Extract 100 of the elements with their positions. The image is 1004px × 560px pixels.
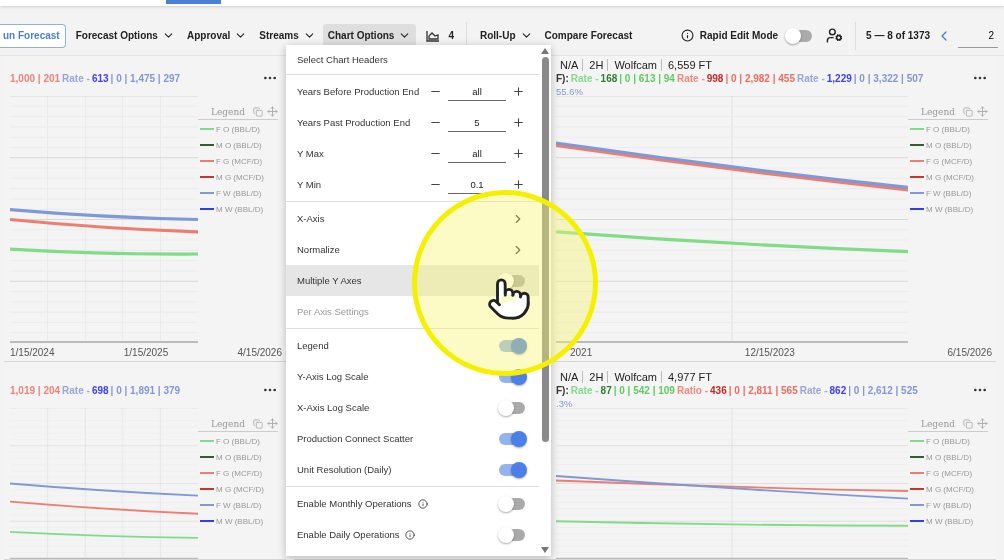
stat-value: 998 <box>706 73 724 84</box>
toggle-switch[interactable] <box>786 29 813 42</box>
stat-value: Rate - <box>62 384 90 396</box>
legend-label: M G (MCF/D) <box>216 172 264 182</box>
stat-value: 436 <box>710 385 727 396</box>
stat-value: | 0 | 3,322 | 507 <box>853 73 924 84</box>
user-settings-icon[interactable] <box>826 27 844 44</box>
move-icon[interactable] <box>977 418 988 429</box>
toggle-switch[interactable] <box>499 401 525 414</box>
setting-label: Legend <box>297 340 329 351</box>
increase-button[interactable] <box>512 116 525 129</box>
submenu-item[interactable]: Normalize <box>286 234 539 265</box>
legend-label: M W (BBL/D) <box>926 204 974 214</box>
setting-label: Years Before Production End <box>297 86 421 97</box>
stat-value: 1,019 | 204 <box>10 384 61 396</box>
legend-label: M G (MCF/D) <box>926 484 974 494</box>
legend-label: F G (MCF/D) <box>216 156 263 166</box>
stat-value: Rate - <box>570 385 599 396</box>
well-field: N/A <box>556 371 584 383</box>
stat-value: 87 <box>600 385 612 396</box>
toggle-switch[interactable] <box>499 497 525 510</box>
stat-value: 862 <box>829 385 847 396</box>
setting-value-field[interactable]: all <box>448 144 506 163</box>
stat-value: Ratio - <box>676 385 709 396</box>
menu-tab[interactable]: Forecast Options <box>70 23 180 48</box>
well-field: 6,559 FT <box>664 59 717 71</box>
toggle-switch[interactable] <box>499 463 525 476</box>
well-field: 4,977 FT <box>664 371 717 383</box>
legend-label: F G (MCF/D) <box>216 468 263 478</box>
legend-label: F W (BBL/D) <box>926 500 972 510</box>
select-chart-headers-item[interactable]: Select Chart Headers <box>286 45 539 75</box>
stat-value: 1,000 | 201 <box>10 72 61 84</box>
legend-label: F W (BBL/D) <box>216 188 262 198</box>
toggle-switch[interactable] <box>499 528 525 541</box>
submenu-item[interactable]: X-Axis <box>286 203 539 234</box>
stat-value: Rate - <box>796 73 825 84</box>
setting-label: Production Connect Scatter <box>297 433 414 444</box>
menu-tab[interactable]: Chart Options <box>322 23 417 48</box>
setting-label: Y-Axis Log Scale <box>297 371 369 382</box>
legend-title: Legend <box>921 418 955 429</box>
section-subheader: Per Axis Settings <box>297 306 370 317</box>
toggle-row[interactable]: X-Axis Log Scale <box>286 392 539 423</box>
active-tab-indicator <box>166 0 221 4</box>
stat-value: 1,229 <box>826 73 852 84</box>
area-chart-icon <box>426 29 441 42</box>
stat-value: 613 <box>91 72 109 84</box>
page-range: 5 — 8 of 1373 <box>866 30 930 41</box>
stats-prefix: F): <box>556 385 569 396</box>
increase-button[interactable] <box>512 178 525 191</box>
setting-value-field[interactable]: 5 <box>448 113 506 132</box>
scroll-down-icon[interactable] <box>540 546 550 554</box>
toggle-row[interactable]: Production Connect Scatter <box>286 423 539 454</box>
well-field: 2H <box>585 371 609 383</box>
percentage-note: .3% <box>556 398 573 409</box>
info-icon[interactable] <box>680 29 694 42</box>
axis-date-label: 1/15/2025 <box>123 346 169 358</box>
axis-date-label: 2021 <box>570 346 593 358</box>
legend-label: M W (BBL/D) <box>216 204 264 214</box>
menu-tab[interactable]: Streams <box>254 23 321 48</box>
menu-tab[interactable]: Approval <box>181 23 253 48</box>
toggle-switch[interactable] <box>499 370 525 383</box>
run-forecast-button[interactable]: un Forecast <box>0 23 66 48</box>
legend-label: F G (MCF/D) <box>926 156 973 166</box>
move-icon[interactable] <box>267 106 278 117</box>
plus-icon <box>512 147 525 160</box>
increase-button[interactable] <box>512 85 525 98</box>
stat-value: | 0 | 2,982 | 455 <box>725 73 795 84</box>
compare-forecast-button[interactable]: Compare Forecast <box>539 23 638 48</box>
setting-label: Multiple Y Axes <box>297 275 362 286</box>
toggle-switch[interactable] <box>499 339 525 352</box>
stat-value: | 0 | 2,612 | 525 <box>848 385 918 396</box>
setting-label: Y Max <box>297 148 325 159</box>
legend-label: M O (BBL/D) <box>926 452 972 462</box>
toggle-row[interactable]: Enable Daily Operations <box>286 519 539 550</box>
setting-label: Enable Monthly Operations <box>297 498 412 509</box>
page-input-field[interactable]: 2 <box>958 23 998 48</box>
stat-value: | 0 | 542 | 109 <box>613 385 675 396</box>
toggle-row[interactable]: Unit Resolution (Daily) <box>286 454 539 485</box>
chart-count-button[interactable]: 4 <box>418 23 462 48</box>
move-icon[interactable] <box>977 106 988 117</box>
well-field: Wolfcam <box>610 59 662 71</box>
legend-label: F O (BBL/D) <box>926 436 970 446</box>
toggle-row[interactable]: Legend <box>286 330 539 361</box>
plus-icon <box>512 178 525 191</box>
stat-value: | 0 | 1,475 | 297 <box>110 72 181 84</box>
setting-value-field[interactable]: 0.1 <box>448 175 506 194</box>
legend-title: Legend <box>211 106 245 117</box>
rapid-edit-label: Rapid Edit Mode <box>699 30 779 41</box>
toggle-switch[interactable] <box>499 432 525 445</box>
move-icon[interactable] <box>267 418 278 429</box>
plus-icon <box>512 85 525 98</box>
toggle-row[interactable]: Enable Monthly Operations <box>286 488 539 519</box>
axis-date-label: 6/15/2026 <box>947 346 992 358</box>
setting-value-field[interactable]: all <box>448 82 506 101</box>
well-field: N/A <box>556 59 584 71</box>
toggle-row[interactable]: Multiple Y Axes <box>286 265 539 296</box>
increase-button[interactable] <box>512 147 525 160</box>
toggle-row[interactable]: Y-Axis Log Scale <box>286 361 539 392</box>
rollup-menu[interactable]: Roll-Up <box>475 23 538 48</box>
legend-label: M O (BBL/D) <box>216 452 262 462</box>
